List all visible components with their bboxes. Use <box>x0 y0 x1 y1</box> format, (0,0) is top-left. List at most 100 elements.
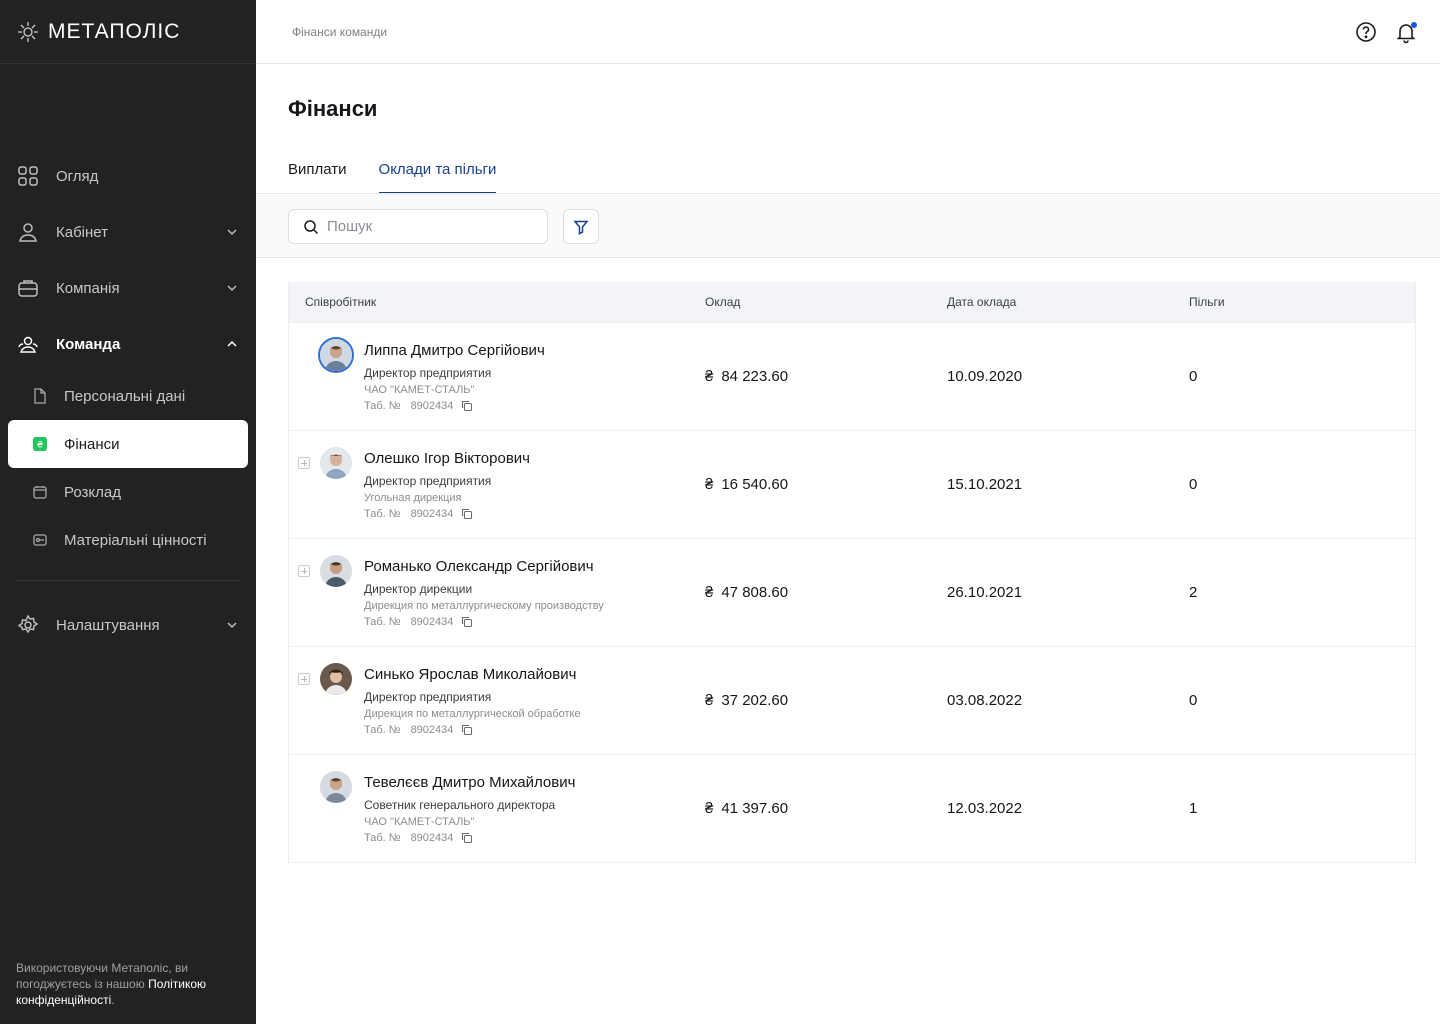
sidebar-item-team[interactable]: Команда <box>0 316 256 372</box>
sidebar-nav: Огляд Кабінет Компанія Команда Персональ… <box>0 148 256 653</box>
table-row[interactable]: Романько Олександр Сергійович Директор д… <box>289 538 1415 646</box>
sidebar-subitem-assets[interactable]: Матеріальні цінності <box>8 516 248 564</box>
sidebar-subitem-finance[interactable]: ₴ Фінанси <box>8 420 248 468</box>
bell-icon[interactable] <box>1394 20 1418 44</box>
table-row[interactable]: Липпа Дмитро Сергійович Директор предпри… <box>289 322 1415 430</box>
toolbar <box>256 193 1440 258</box>
sidebar: МЕТАПОЛІС Огляд Кабінет Компанія Команда… <box>0 0 256 1024</box>
employee-tab-number: Таб. № 8902434 <box>364 724 473 736</box>
salary-date: 15.10.2021 <box>947 476 1023 493</box>
sidebar-divider <box>16 580 240 581</box>
tab-number-label: Таб. № <box>364 724 401 736</box>
employee-department: ЧАО "КАМЕТ-СТАЛЬ" <box>364 384 475 396</box>
money-icon: ₴ <box>32 436 48 452</box>
sidebar-item-label: Кабінет <box>56 223 109 241</box>
copy-icon[interactable] <box>461 616 473 628</box>
logo-text: МЕТАПОЛІС <box>48 19 181 43</box>
filter-button[interactable] <box>563 209 599 244</box>
copy-icon[interactable] <box>461 832 473 844</box>
benefits-count: 1 <box>1189 800 1198 817</box>
sidebar-item-label: Огляд <box>56 167 99 185</box>
salary-value: ₴ 37 202.60 <box>705 692 788 709</box>
employee-position: Советник генерального директора <box>364 798 556 812</box>
breadcrumb[interactable]: Фінанси команди <box>292 25 387 39</box>
column-header-benefits[interactable]: Пільги <box>1189 295 1225 309</box>
tab-number-label: Таб. № <box>364 616 401 628</box>
salary-date: 26.10.2021 <box>947 584 1023 601</box>
sidebar-subitem-personal-data[interactable]: Персональні дані <box>8 372 248 420</box>
column-header-employee[interactable]: Співробітник <box>305 295 376 309</box>
employee-name[interactable]: Олешко Ігор Вікторович <box>364 450 530 467</box>
tab-number-label: Таб. № <box>364 508 401 520</box>
expand-row-button[interactable] <box>298 565 310 577</box>
logo-icon <box>18 21 38 42</box>
sidebar-subitem-label: Матеріальні цінності <box>64 531 207 549</box>
copy-icon[interactable] <box>461 400 473 412</box>
table-row[interactable]: Тевелєєв Дмитро Михайлович Советник гене… <box>289 754 1415 862</box>
privacy-note: Використовуючи Метаполіс, ви погоджуєтес… <box>16 960 216 1008</box>
copy-icon[interactable] <box>461 724 473 736</box>
chevron-down-icon <box>227 229 237 236</box>
help-icon[interactable] <box>1354 20 1378 44</box>
currency-symbol: ₴ <box>705 584 714 601</box>
employee-name[interactable]: Липпа Дмитро Сергійович <box>364 342 545 359</box>
tab-payments[interactable]: Виплати <box>288 150 347 194</box>
sidebar-subitem-label: Персональні дані <box>64 387 186 405</box>
notification-dot <box>1411 22 1417 28</box>
employee-name[interactable]: Романько Олександр Сергійович <box>364 558 594 575</box>
salaries-table: Співробітник Оклад Дата оклада Пільги Ли… <box>288 282 1416 863</box>
grid-icon <box>16 164 40 188</box>
salary-amount: 47 808.60 <box>721 584 789 601</box>
employee-name[interactable]: Тевелєєв Дмитро Михайлович <box>364 774 575 791</box>
tab-number-value: 8902434 <box>410 832 454 844</box>
employee-tab-number: Таб. № 8902434 <box>364 508 473 520</box>
column-header-salary[interactable]: Оклад <box>705 295 740 309</box>
sidebar-item-label: Налаштування <box>56 616 160 634</box>
employee-department: Дирекция по металлургическому производст… <box>364 600 604 612</box>
table-header: Співробітник Оклад Дата оклада Пільги <box>289 282 1415 322</box>
currency-symbol: ₴ <box>705 800 714 817</box>
briefcase-icon <box>16 276 40 300</box>
table-row[interactable]: Олешко Ігор Вікторович Директор предприя… <box>289 430 1415 538</box>
search-box[interactable] <box>288 209 548 244</box>
privacy-note-end: . <box>111 993 115 1007</box>
salary-amount: 16 540.60 <box>721 476 789 493</box>
employee-name[interactable]: Синько Ярослав Миколайович <box>364 666 576 683</box>
sidebar-item-overview[interactable]: Огляд <box>0 148 256 204</box>
top-bar: Фінанси команди <box>256 0 1440 64</box>
employee-position: Директор предприятия <box>364 474 492 488</box>
tab-number-value: 8902434 <box>410 724 454 736</box>
avatar <box>320 771 352 803</box>
sidebar-item-label: Команда <box>56 335 121 353</box>
document-icon <box>32 388 48 404</box>
logo-bar: МЕТАПОЛІС <box>0 0 256 64</box>
sidebar-subitem-label: Розклад <box>64 483 121 501</box>
tab-number-value: 8902434 <box>410 616 454 628</box>
expand-row-button[interactable] <box>298 673 310 685</box>
avatar <box>320 555 352 587</box>
currency-symbol: ₴ <box>705 368 714 385</box>
salary-date: 03.08.2022 <box>947 692 1023 709</box>
sidebar-item-settings[interactable]: Налаштування <box>0 597 256 653</box>
sidebar-subitem-schedule[interactable]: Розклад <box>8 468 248 516</box>
top-icons <box>1354 20 1418 44</box>
sidebar-item-company[interactable]: Компанія <box>0 260 256 316</box>
expand-row-button[interactable] <box>298 457 310 469</box>
search-input[interactable] <box>327 218 527 235</box>
copy-icon[interactable] <box>461 508 473 520</box>
avatar <box>320 447 352 479</box>
employee-department: Угольная дирекция <box>364 492 462 504</box>
employee-department: Дирекция по металлургической обработке <box>364 708 581 720</box>
table-row[interactable]: Синько Ярослав Миколайович Директор пред… <box>289 646 1415 754</box>
salary-value: ₴ 47 808.60 <box>705 584 788 601</box>
salary-amount: 84 223.60 <box>721 368 789 385</box>
tab-number-value: 8902434 <box>410 400 454 412</box>
tab-number-value: 8902434 <box>410 508 454 520</box>
salary-value: ₴ 41 397.60 <box>705 800 788 817</box>
tab-salaries-benefits[interactable]: Оклади та пільги <box>378 150 497 194</box>
salary-value: ₴ 16 540.60 <box>705 476 788 493</box>
sidebar-subitem-label: Фінанси <box>64 435 120 453</box>
column-header-salary-date[interactable]: Дата оклада <box>947 295 1016 309</box>
sidebar-item-cabinet[interactable]: Кабінет <box>0 204 256 260</box>
employee-tab-number: Таб. № 8902434 <box>364 616 473 628</box>
